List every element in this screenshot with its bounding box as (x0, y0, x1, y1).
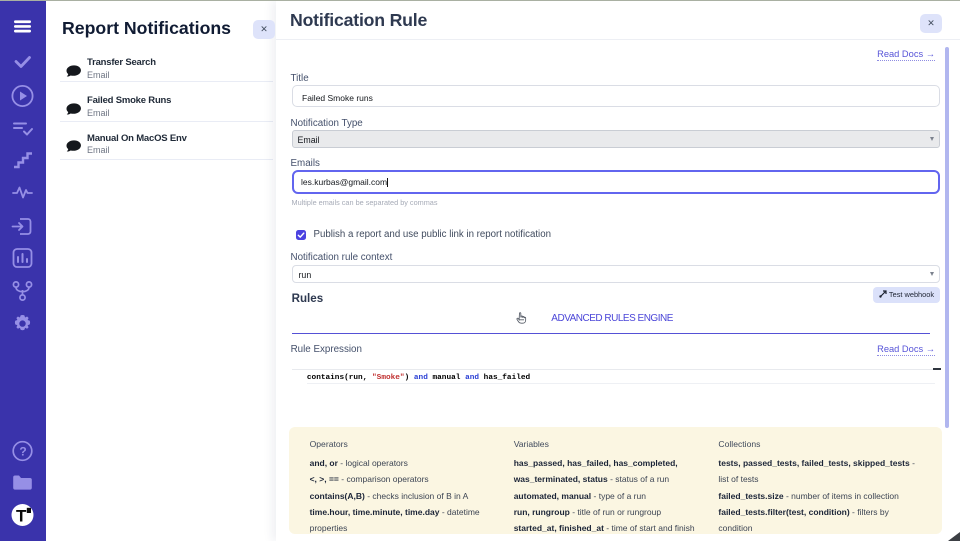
svg-text:T: T (16, 507, 27, 526)
svg-text:?: ? (19, 445, 26, 459)
